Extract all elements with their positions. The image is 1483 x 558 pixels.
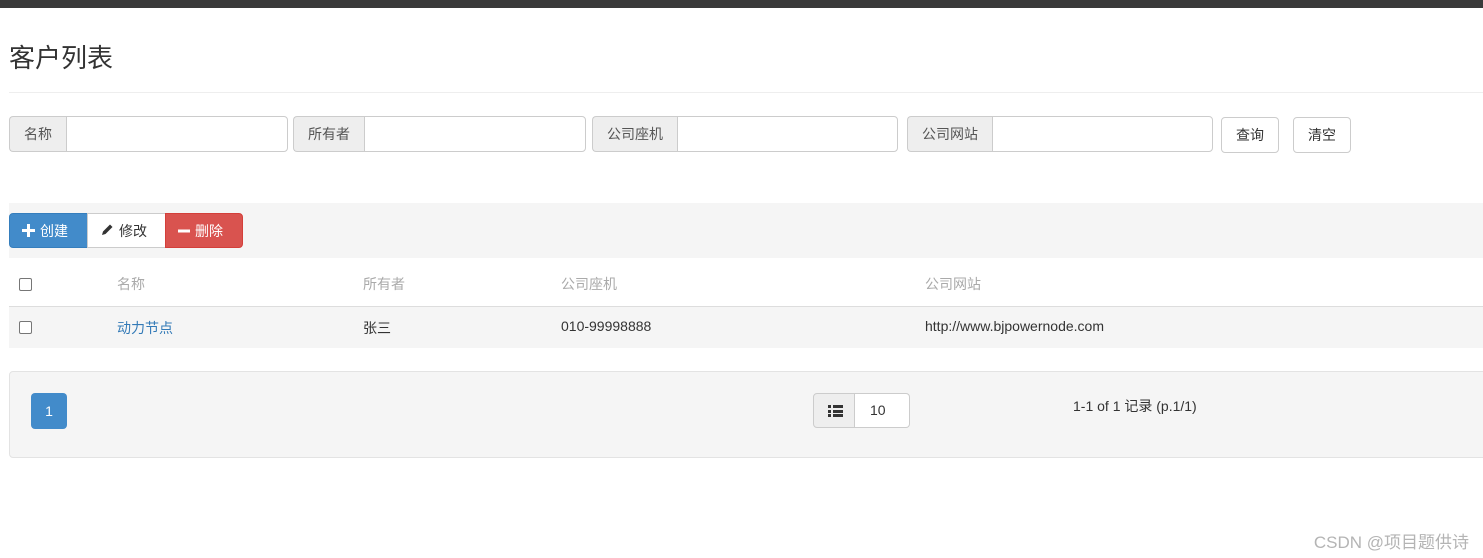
plus-icon: [22, 214, 35, 249]
search-website-label: 公司网站: [907, 116, 992, 152]
search-phone-group: 公司座机: [592, 116, 898, 152]
create-label: 创建: [40, 223, 68, 239]
column-header-phone: 公司座机: [561, 276, 617, 292]
page-size-input[interactable]: 10: [855, 393, 910, 428]
row-checkbox[interactable]: [19, 321, 32, 334]
edit-label: 修改: [119, 223, 147, 239]
create-button[interactable]: 创建: [9, 213, 88, 248]
page-title: 客户列表: [9, 43, 114, 73]
pagination-bar: [9, 371, 1483, 458]
column-header-website: 公司网站: [925, 276, 981, 292]
edit-button[interactable]: 修改: [87, 213, 166, 248]
search-phone-label: 公司座机: [592, 116, 677, 152]
customer-website: http://www.bjpowernode.com: [925, 318, 1104, 334]
minus-icon: [178, 214, 190, 249]
search-name-input[interactable]: [66, 116, 288, 152]
watermark: CSDN @项目题供诗: [1313, 533, 1469, 552]
page-size-addon[interactable]: [813, 393, 855, 428]
select-all-checkbox[interactable]: [19, 278, 32, 291]
search-website-input[interactable]: [992, 116, 1213, 152]
page-info: 1-1 of 1 记录 (p.1/1): [1073, 398, 1197, 414]
delete-button[interactable]: 删除: [165, 213, 243, 248]
search-name-label: 名称: [9, 116, 66, 152]
search-owner-label: 所有者: [293, 116, 364, 152]
search-owner-input[interactable]: [364, 116, 586, 152]
title-divider: [9, 92, 1483, 93]
delete-label: 删除: [195, 223, 223, 239]
customer-owner: 张三: [363, 320, 391, 336]
column-header-name: 名称: [117, 276, 145, 292]
page-1-button[interactable]: 1: [31, 393, 67, 429]
table-row: [9, 307, 1483, 348]
search-owner-group: 所有者: [293, 116, 586, 152]
query-button[interactable]: 查询: [1221, 117, 1279, 153]
clear-button[interactable]: 清空: [1293, 117, 1351, 153]
pencil-icon: [100, 214, 114, 249]
list-icon: [828, 405, 843, 417]
column-header-owner: 所有者: [363, 276, 405, 292]
customer-phone: 010-99998888: [561, 318, 652, 334]
search-name-group: 名称: [9, 116, 288, 152]
top-bar: [0, 0, 1483, 8]
customer-name-link[interactable]: 动力节点: [117, 318, 173, 338]
search-website-group: 公司网站: [907, 116, 1213, 152]
search-phone-input[interactable]: [677, 116, 898, 152]
